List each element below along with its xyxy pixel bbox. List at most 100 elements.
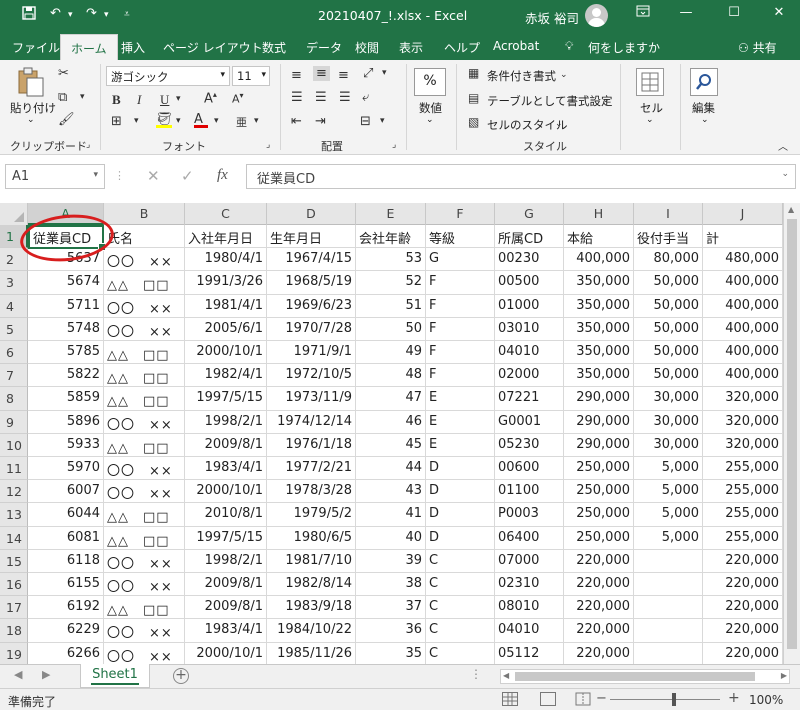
table-cell[interactable]: 1971/9/1 [267, 341, 356, 365]
copy-icon[interactable]: ⧉ [58, 90, 67, 105]
table-cell[interactable]: 5674 [28, 271, 104, 295]
table-cell[interactable]: 1978/3/28 [267, 480, 356, 504]
align-center-icon[interactable]: ☰ [315, 90, 327, 105]
header-cell[interactable]: 等級 [426, 225, 495, 249]
tab-help[interactable]: ヘルプ [444, 39, 480, 56]
italic-button[interactable]: I [137, 92, 141, 108]
table-cell[interactable]: 2005/6/1 [185, 317, 267, 341]
table-cell[interactable]: 5,000 [634, 526, 703, 550]
table-cell[interactable]: 6229 [28, 619, 104, 643]
table-cell[interactable]: G [426, 248, 495, 272]
table-cell[interactable]: 5,000 [634, 480, 703, 504]
format-painter-icon[interactable]: 🖌︎ [58, 112, 75, 127]
enter-icon[interactable]: ✓ [181, 167, 194, 185]
tab-review[interactable]: 校閲 [355, 39, 379, 56]
align-right-icon[interactable]: ☰ [339, 90, 351, 105]
table-cell[interactable]: D [426, 457, 495, 481]
row-header[interactable]: 10 [0, 433, 28, 457]
table-cell[interactable]: 06400 [495, 526, 564, 550]
table-cell[interactable]: 250,000 [564, 503, 634, 527]
table-cell[interactable]: 00600 [495, 457, 564, 481]
table-cell[interactable]: 2009/8/1 [185, 596, 267, 620]
underline-dropdown-icon[interactable]: ▾ [176, 94, 181, 104]
paste-icon[interactable] [16, 66, 50, 98]
table-cell[interactable]: 5637 [28, 248, 104, 272]
table-cell[interactable]: 1977/2/21 [267, 457, 356, 481]
zoom-out-button[interactable]: − [596, 691, 607, 706]
table-cell[interactable]: F [426, 294, 495, 318]
table-cell[interactable]: 6044 [28, 503, 104, 527]
table-cell[interactable]: C [426, 619, 495, 643]
phonetic-dropdown-icon[interactable]: ▾ [254, 116, 259, 126]
table-cell[interactable]: 220,000 [703, 596, 783, 620]
table-cell[interactable]: P0003 [495, 503, 564, 527]
table-cell[interactable]: △△ □□ [104, 503, 185, 527]
row-header[interactable]: 1 [0, 225, 28, 249]
alignment-launcher-icon[interactable]: ⌟ [392, 140, 396, 150]
table-cell[interactable]: 50 [356, 317, 426, 341]
font-color-dropdown-icon[interactable]: ▾ [214, 116, 219, 126]
table-cell[interactable]: 04010 [495, 341, 564, 365]
bold-button[interactable]: B [112, 92, 121, 108]
table-cell[interactable]: 03010 [495, 317, 564, 341]
table-cell[interactable]: C [426, 642, 495, 666]
table-cell[interactable]: 50,000 [634, 294, 703, 318]
column-header-h[interactable]: H [564, 203, 634, 225]
table-cell[interactable] [634, 549, 703, 573]
cells-button[interactable]: セル [640, 100, 663, 116]
table-cell[interactable]: 07000 [495, 549, 564, 573]
table-cell[interactable]: 6081 [28, 526, 104, 550]
table-cell[interactable]: 5970 [28, 457, 104, 481]
table-cell[interactable]: 220,000 [564, 642, 634, 666]
table-cell[interactable]: 400,000 [564, 248, 634, 272]
table-cell[interactable]: 39 [356, 549, 426, 573]
borders-dropdown-icon[interactable]: ▾ [134, 116, 139, 126]
table-cell[interactable]: 02310 [495, 573, 564, 597]
table-cell[interactable]: 53 [356, 248, 426, 272]
table-cell[interactable]: E [426, 433, 495, 457]
scroll-left-icon[interactable]: ◀ [503, 671, 509, 680]
paste-button[interactable]: 貼り付け [10, 100, 56, 116]
column-header-b[interactable]: B [104, 203, 185, 225]
row-header[interactable]: 5 [0, 317, 28, 341]
close-button[interactable]: ✕ [764, 5, 794, 20]
fill-color-icon[interactable]: 🪣︎ [156, 112, 173, 128]
table-cell[interactable]: 46 [356, 410, 426, 434]
worksheet-grid[interactable]: ABCDEFGHIJ 1 従業員CD 氏名 入社年月日 生年月日 会社年齢 等級 所属CD 本給… [0, 203, 800, 667]
increase-indent-icon[interactable]: ⇥ [315, 114, 326, 129]
table-cell[interactable]: F [426, 364, 495, 388]
row-header[interactable]: 14 [0, 526, 28, 550]
table-cell[interactable]: 250,000 [564, 480, 634, 504]
cut-icon[interactable]: ✂ [58, 66, 69, 81]
table-cell[interactable]: 40 [356, 526, 426, 550]
ribbon-display-options-icon[interactable] [628, 5, 658, 21]
align-middle-icon[interactable]: ≡ [313, 66, 330, 81]
table-cell[interactable]: 400,000 [703, 294, 783, 318]
column-header-i[interactable]: I [634, 203, 703, 225]
table-cell[interactable]: 1981/7/10 [267, 549, 356, 573]
table-cell[interactable]: 2010/8/1 [185, 503, 267, 527]
table-cell[interactable]: 30,000 [634, 433, 703, 457]
table-cell[interactable]: 350,000 [564, 341, 634, 365]
table-cell[interactable]: 6118 [28, 549, 104, 573]
table-cell[interactable]: 30,000 [634, 387, 703, 411]
table-cell[interactable]: △△ □□ [104, 433, 185, 457]
table-cell[interactable]: 250,000 [564, 457, 634, 481]
table-cell[interactable]: 1984/10/22 [267, 619, 356, 643]
table-cell[interactable]: 43 [356, 480, 426, 504]
table-cell[interactable]: 220,000 [564, 549, 634, 573]
number-format-button[interactable]: 数値 [419, 100, 442, 116]
table-cell[interactable]: 30,000 [634, 410, 703, 434]
table-cell[interactable]: 400,000 [703, 364, 783, 388]
tell-me-search[interactable]: 何をしますか [588, 39, 660, 56]
vertical-scrollbar[interactable]: ▲ [783, 203, 800, 664]
formula-input[interactable]: 従業員CD ⌄ [246, 164, 796, 189]
table-cell[interactable]: 51 [356, 294, 426, 318]
row-header[interactable]: 9 [0, 410, 28, 434]
table-cell[interactable]: F [426, 317, 495, 341]
table-cell[interactable]: 08010 [495, 596, 564, 620]
table-cell[interactable]: 220,000 [703, 642, 783, 666]
column-header-a[interactable]: A [28, 203, 104, 225]
align-left-icon[interactable]: ☰ [291, 90, 303, 105]
merge-center-icon[interactable]: ⊟ [360, 114, 371, 129]
